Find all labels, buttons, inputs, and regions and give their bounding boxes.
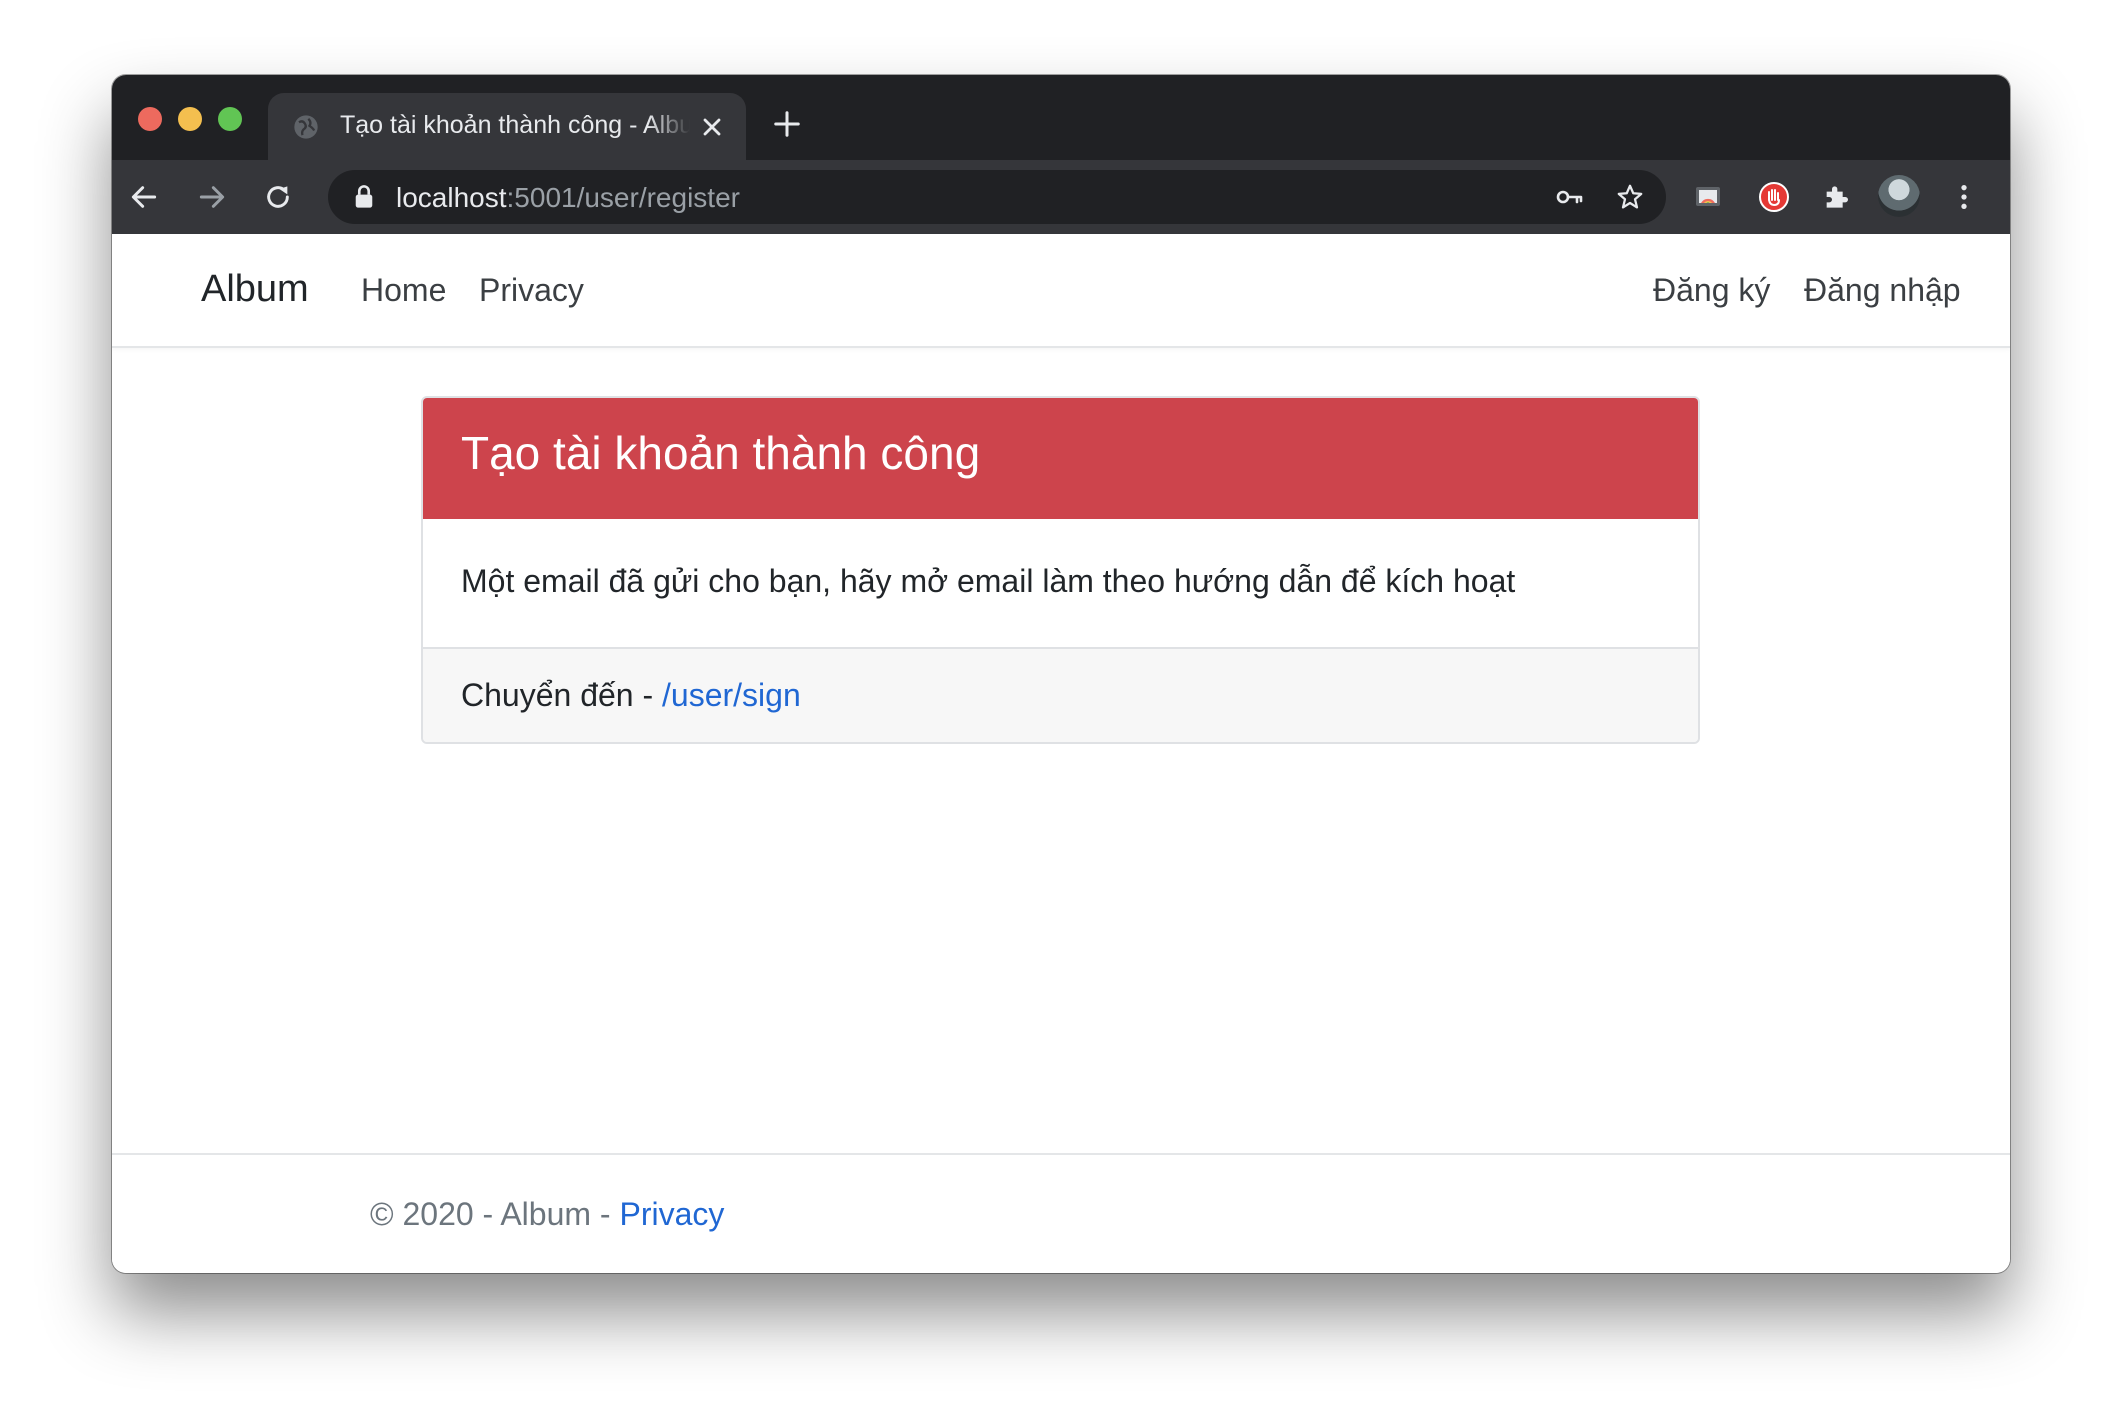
key-icon[interactable] [1554, 182, 1584, 212]
browser-tab[interactable]: Tạo tài khoản thành công - Album [268, 93, 746, 160]
web-page: Album Home Privacy Đăng ký Đăng nhập Tạo… [112, 234, 2010, 1273]
url-text[interactable]: localhost:5001/user/register [396, 182, 740, 214]
star-icon[interactable] [1615, 182, 1645, 212]
stop-extension-icon[interactable] [1758, 181, 1790, 213]
navbar-brand[interactable]: Album [201, 268, 309, 311]
redirect-prefix: Chuyển đến - [461, 677, 663, 713]
url-path: :5001/user/register [506, 182, 740, 213]
lock-icon[interactable] [352, 184, 376, 210]
avatar[interactable] [1878, 175, 1920, 217]
card-title: Tạo tài khoản thành công [461, 427, 981, 479]
nav-link-home[interactable]: Home [361, 272, 446, 309]
success-card: Tạo tài khoản thành công Một email đã gử… [421, 396, 1700, 744]
tab-title: Tạo tài khoản thành công - Album [340, 111, 690, 139]
navbar: Album Home Privacy Đăng ký Đăng nhập [112, 234, 2010, 348]
card-footer: Chuyển đến - /user/sign [423, 647, 1698, 742]
url-host: localhost [396, 182, 507, 213]
browser-window: Tạo tài khoản thành công - Album localho… [112, 75, 2010, 1273]
close-tab-icon[interactable] [698, 113, 726, 141]
copyright-text: © 2020 - Album - [370, 1196, 620, 1232]
menu-icon[interactable] [1948, 181, 1980, 213]
card-header: Tạo tài khoản thành công [423, 398, 1698, 519]
extensions-icon[interactable] [1820, 181, 1852, 213]
close-window-button[interactable] [138, 107, 162, 131]
maximize-window-button[interactable] [218, 107, 242, 131]
back-icon[interactable] [128, 181, 160, 213]
new-tab-icon[interactable] [772, 109, 802, 139]
card-message: Một email đã gửi cho bạn, hãy mở email l… [461, 563, 1516, 599]
cast-icon[interactable] [1692, 181, 1724, 213]
footer-privacy-link[interactable]: Privacy [619, 1196, 724, 1232]
nav-link-login[interactable]: Đăng nhập [1804, 272, 1961, 309]
footer-text: © 2020 - Album - Privacy [370, 1196, 724, 1233]
nav-link-privacy[interactable]: Privacy [479, 272, 584, 309]
card-body: Một email đã gửi cho bạn, hãy mở email l… [423, 519, 1698, 647]
address-bar[interactable]: localhost:5001/user/register [328, 170, 1666, 224]
site-footer: © 2020 - Album - Privacy [112, 1153, 2010, 1273]
forward-icon[interactable] [196, 181, 228, 213]
minimize-window-button[interactable] [178, 107, 202, 131]
nav-link-register[interactable]: Đăng ký [1653, 272, 1770, 309]
reload-icon[interactable] [262, 181, 294, 213]
browser-toolbar: localhost:5001/user/register [112, 160, 2010, 234]
redirect-link[interactable]: /user/sign [662, 677, 801, 713]
globe-icon [294, 115, 318, 139]
title-bar: Tạo tài khoản thành công - Album [112, 75, 2010, 160]
redirect-text: Chuyển đến - /user/sign [461, 677, 801, 714]
